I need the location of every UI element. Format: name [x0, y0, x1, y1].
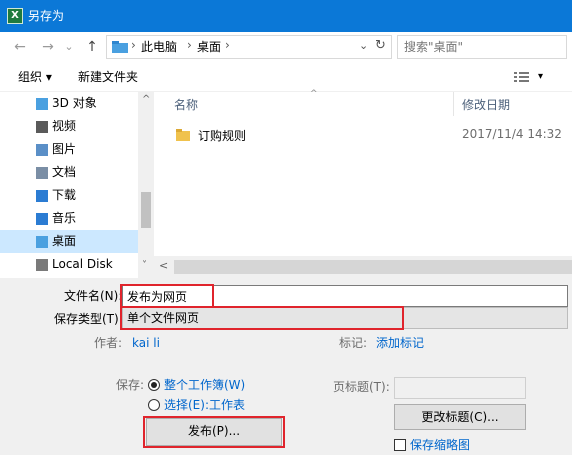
table-row[interactable]: 订购规则 2017/11/4 14:32: [154, 124, 572, 146]
sidebar-item-label: 图片: [52, 142, 77, 156]
sidebar-item[interactable]: 视频: [0, 115, 138, 138]
window-title: 另存为: [28, 9, 65, 23]
sidebar-item[interactable]: Local Disk (C:): [0, 253, 138, 276]
filename-label: 文件名(N):: [64, 289, 123, 303]
scroll-thumb[interactable]: [141, 192, 151, 228]
selection-sheet-label[interactable]: 选择(E):工作表: [164, 397, 245, 413]
column-divider[interactable]: [453, 92, 454, 116]
folder-icon: [176, 129, 190, 141]
sidebar-item-label: 下载: [52, 188, 77, 202]
scroll-up-arrow[interactable]: ^: [142, 94, 150, 105]
view-dropdown-icon[interactable]: ▾: [538, 69, 543, 85]
sidebar-item-label: 文档: [52, 165, 77, 179]
sidebar-item-label: Local Disk (C:): [52, 257, 113, 271]
command-toolbar: 组织 ▾ 新建文件夹 ▾: [0, 62, 572, 92]
change-title-button[interactable]: 更改标题(C)...: [394, 404, 526, 430]
column-header-name[interactable]: 名称: [174, 96, 198, 113]
tags-value[interactable]: 添加标记: [376, 335, 424, 351]
folder-icon: [112, 41, 128, 53]
downloads-icon: [36, 190, 48, 202]
up-button[interactable]: ↑: [82, 37, 102, 57]
scroll-thumb[interactable]: [174, 260, 572, 274]
highlight-box: [120, 306, 404, 330]
video-icon: [36, 121, 48, 133]
file-date: 2017/11/4 14:32: [462, 127, 562, 141]
sidebar-item[interactable]: 文档: [0, 161, 138, 184]
navigation-bar: ← → ⌄ ↑ › 此电脑 › 桌面 › ⌄ ↻: [0, 32, 572, 62]
save-thumbnail-checkbox[interactable]: [394, 439, 406, 451]
title-bar: X 另存为: [0, 0, 572, 32]
documents-icon: [36, 167, 48, 179]
search-input[interactable]: [397, 35, 567, 59]
sidebar-item-label: 桌面: [52, 234, 77, 248]
file-name: 订购规则: [198, 129, 247, 143]
sidebar-item-label: 视频: [52, 119, 77, 133]
sidebar-item[interactable]: 下载: [0, 184, 138, 207]
save-type-label: 保存类型(T):: [54, 312, 123, 326]
organize-menu[interactable]: 组织 ▾: [18, 69, 52, 85]
highlight-box: [143, 416, 285, 448]
3d-objects-icon: [36, 98, 48, 110]
scroll-left-arrow[interactable]: <: [159, 259, 168, 272]
address-bar[interactable]: › 此电脑 › 桌面 › ⌄ ↻: [106, 35, 392, 59]
refresh-icon[interactable]: ↻: [375, 38, 386, 53]
save-label: 保存:: [116, 378, 145, 392]
breadcrumb-separator: ›: [131, 38, 136, 52]
sidebar-item[interactable]: 桌面: [0, 230, 138, 253]
file-list: ^ 名称 修改日期 订购规则 2017/11/4 14:32: [154, 89, 572, 278]
breadcrumb-this-pc[interactable]: 此电脑: [141, 40, 177, 54]
sidebar-item[interactable]: 图片: [0, 138, 138, 161]
radio-entire-workbook[interactable]: [148, 379, 160, 391]
tags-label: 标记:: [339, 336, 368, 350]
recent-locations-button[interactable]: ⌄: [62, 37, 76, 57]
forward-button[interactable]: →: [38, 37, 58, 57]
author-value[interactable]: kai li: [132, 335, 160, 351]
sort-caret-icon: ^: [310, 89, 318, 99]
radio-selection-sheet[interactable]: [148, 399, 160, 411]
pictures-icon: [36, 144, 48, 156]
sidebar-item[interactable]: 音乐: [0, 207, 138, 230]
breadcrumb-separator[interactable]: ›: [225, 38, 230, 52]
save-thumbnail-label[interactable]: 保存缩略图: [410, 437, 470, 453]
excel-icon: X: [7, 8, 23, 24]
entire-workbook-label[interactable]: 整个工作簿(W): [164, 377, 245, 393]
tree-scrollbar[interactable]: ^ ˅: [138, 92, 154, 278]
column-header-date[interactable]: 修改日期: [462, 96, 510, 113]
new-folder-button[interactable]: 新建文件夹: [78, 69, 138, 85]
sidebar-item[interactable]: 3D 对象: [0, 92, 138, 115]
save-options-panel: 文件名(N): 保存类型(T): 单个文件网页 作者: kai li 标记: 添…: [0, 278, 572, 455]
highlight-box: [120, 284, 214, 308]
navigation-tree: 3D 对象视频图片文档下载音乐桌面 Local Disk (C:): [0, 92, 138, 278]
page-title-label: 页标题(T):: [333, 380, 390, 394]
music-icon: [36, 213, 48, 225]
file-list-hscrollbar[interactable]: <: [154, 256, 572, 278]
back-button[interactable]: ←: [10, 37, 30, 57]
breadcrumb-desktop[interactable]: 桌面: [197, 40, 221, 54]
address-dropdown-icon[interactable]: ⌄: [359, 39, 368, 52]
sidebar-item-label: 3D 对象: [52, 96, 97, 110]
page-title-field[interactable]: [394, 377, 526, 399]
sidebar-item-label: 音乐: [52, 211, 77, 225]
scroll-down-arrow[interactable]: ˅: [142, 260, 147, 271]
view-list-icon[interactable]: [514, 71, 530, 83]
breadcrumb-separator[interactable]: ›: [187, 38, 192, 52]
author-label: 作者:: [94, 336, 123, 350]
drive-icon: [36, 259, 48, 271]
desktop-icon: [36, 236, 48, 248]
